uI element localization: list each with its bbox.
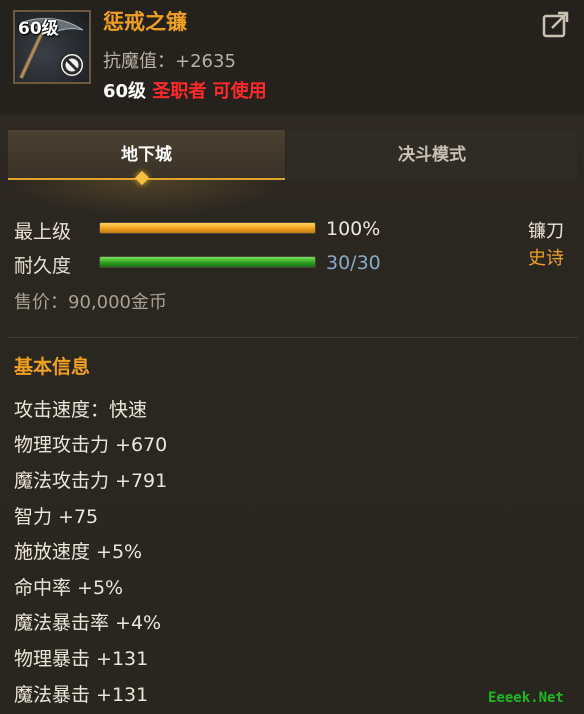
sell-price: 售价：90,000金币 [14,292,167,313]
durability-label: 耐久度 [14,255,72,277]
tab-pvp[interactable]: 决斗模式 [287,130,577,180]
grade-label: 最上级 [14,221,72,243]
watermark: Eeeek.Net [488,690,564,706]
item-level-badge: 60级 [18,19,59,39]
grade-bar-fill [100,223,315,233]
share-button[interactable] [540,8,572,40]
mode-tabs: 地下城 决斗模式 [0,130,584,180]
item-req-class: 圣职者 可使用 [152,81,267,102]
attribute-line: 物理暴击 +131 [14,648,149,670]
grade-bar [99,222,316,234]
rarity-label: 史诗 [528,248,564,269]
attribute-line: 施放速度 +5% [14,541,143,563]
item-header: 60级 惩戒之镰 抗魔值：+2635 60级 圣职者 可使用 [0,0,584,114]
item-requirement: 60级 圣职者 可使用 [103,77,267,103]
durability-bar-fill [100,257,315,267]
item-req-level: 60级 [103,81,147,102]
attribute-line: 物理攻击力 +670 [14,434,168,456]
grade-value: 100% [326,218,381,240]
item-icon[interactable]: 60级 [13,10,91,84]
attribute-line: 命中率 +5% [14,577,124,599]
section-divider [8,337,578,338]
tab-dungeon[interactable]: 地下城 [8,130,285,180]
forbidden-icon [59,52,85,78]
attribute-line: 智力 +75 [14,506,99,528]
durability-bar [99,256,316,268]
attribute-line: 攻击速度：快速 [14,399,148,421]
attribute-line: 魔法攻击力 +791 [14,470,168,492]
item-name: 惩戒之镰 [103,10,187,34]
attribute-line: 魔法暴击率 +4% [14,612,162,634]
item-tooltip-panel: 60级 惩戒之镰 抗魔值：+2635 60级 圣职者 可使用 地下城 决斗模式 … [0,0,584,714]
tab-glow [8,180,285,216]
attribute-line: 魔法暴击 +131 [14,684,149,706]
weapon-type: 镰刀 [528,221,564,242]
durability-value: 30/30 [326,252,381,274]
basic-info-title: 基本信息 [14,356,91,378]
item-stat-line: 抗魔值：+2635 [103,51,236,72]
share-icon [542,11,569,38]
